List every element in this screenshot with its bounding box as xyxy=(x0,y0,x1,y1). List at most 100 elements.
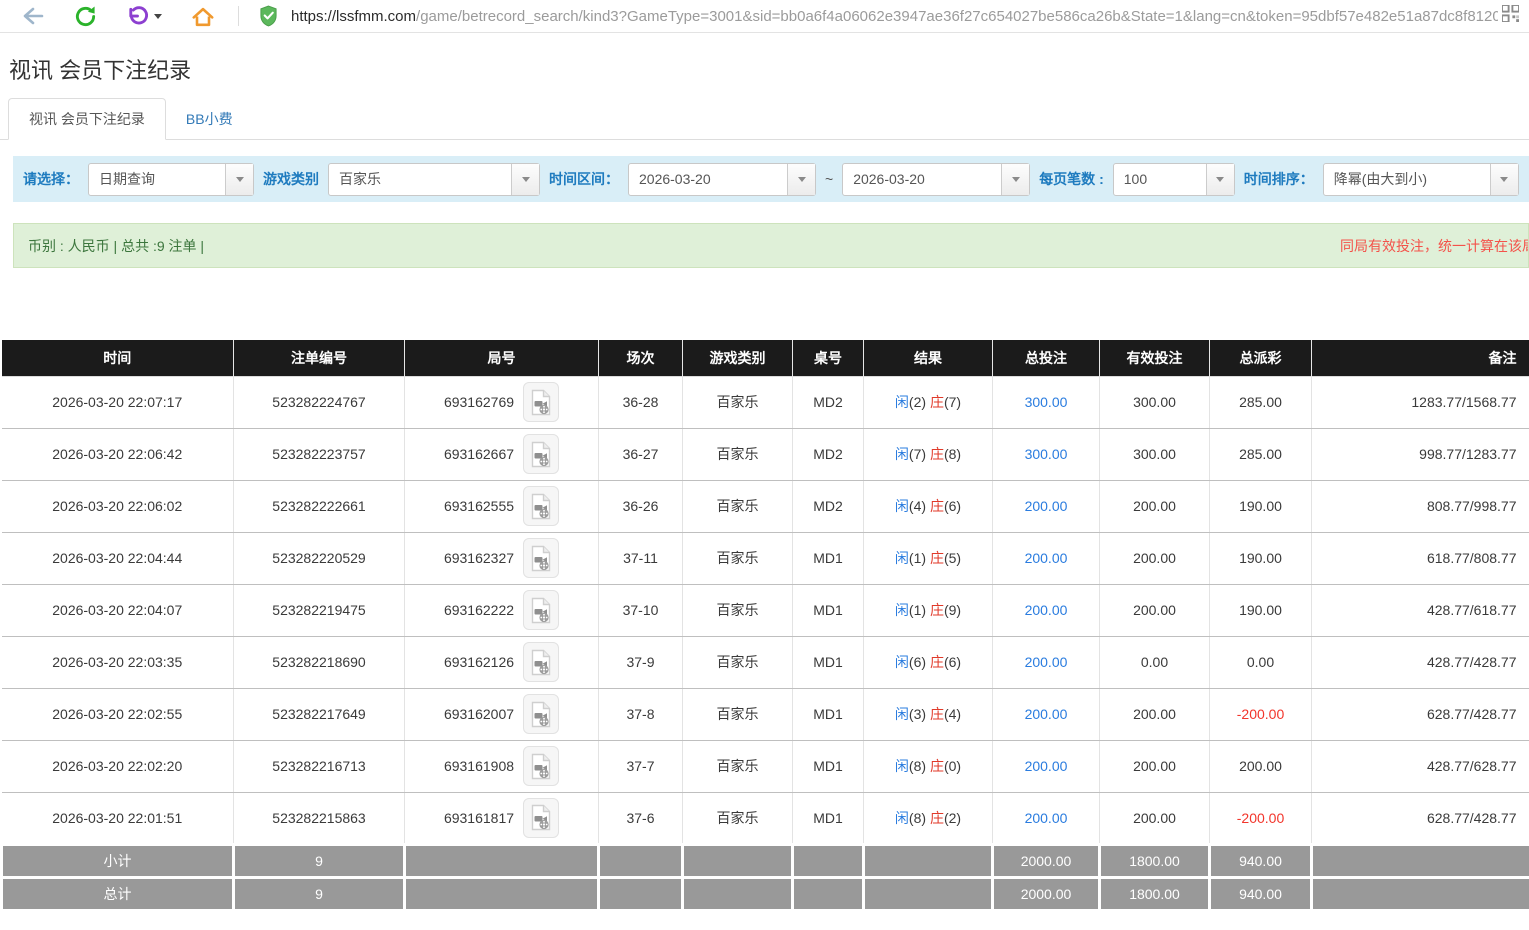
cell-bet-id: 523282220529 xyxy=(234,532,405,584)
result-player-score: (1) xyxy=(909,550,926,566)
cell-session: 36-27 xyxy=(599,428,683,480)
footer-cell: 940.00 xyxy=(1210,877,1312,910)
footer-cell: 9 xyxy=(234,877,405,910)
summary-bar: 币别 : 人民币 | 总共 :9 注单 | 同局有效投注，统一计算在该局 xyxy=(13,223,1529,268)
video-replay-button[interactable] xyxy=(523,642,559,682)
result-banker-score: (6) xyxy=(944,498,961,514)
total-bet-link[interactable]: 300.00 xyxy=(1025,394,1068,410)
total-bet-link[interactable]: 200.00 xyxy=(1025,758,1068,774)
video-replay-button[interactable] xyxy=(523,590,559,630)
query-type-select[interactable]: 日期查询 xyxy=(88,163,254,196)
video-replay-button[interactable] xyxy=(523,538,559,578)
url-bar[interactable]: https://lssfmm.com/game/betrecord_search… xyxy=(291,8,1498,25)
video-replay-button[interactable] xyxy=(523,798,559,838)
cell-round-id: 693162007 xyxy=(405,688,599,740)
video-replay-button[interactable] xyxy=(523,434,559,474)
tab-bet-records[interactable]: 视讯 会员下注纪录 xyxy=(8,98,166,140)
result-player-label: 闲 xyxy=(895,602,909,618)
toolbar-divider xyxy=(238,6,239,26)
date-to-value: 2026-03-20 xyxy=(843,164,1001,195)
chevron-down-icon[interactable] xyxy=(787,164,815,195)
cell-session: 37-11 xyxy=(599,532,683,584)
home-icon[interactable] xyxy=(188,3,218,29)
qr-icon[interactable] xyxy=(1502,5,1519,27)
result-banker-score: (4) xyxy=(944,706,961,722)
date-to-select[interactable]: 2026-03-20 xyxy=(842,163,1030,196)
result-player-score: (7) xyxy=(909,446,926,462)
cell-game-type: 百家乐 xyxy=(683,688,793,740)
result-player-label: 闲 xyxy=(895,446,909,462)
total-bet-link[interactable]: 200.00 xyxy=(1025,550,1068,566)
sort-value: 降幂(由大到小) xyxy=(1324,164,1490,195)
footer-cell: 1800.00 xyxy=(1100,877,1210,910)
cell-valid-bet: 200.00 xyxy=(1100,792,1210,844)
cell-round-id: 693162769 xyxy=(405,376,599,428)
shield-icon[interactable] xyxy=(253,3,283,29)
footer-cell xyxy=(1312,844,1529,877)
result-banker-score: (6) xyxy=(944,654,961,670)
result-banker-score: (8) xyxy=(944,446,961,462)
footer-cell xyxy=(864,877,993,910)
cell-payout: 190.00 xyxy=(1210,584,1312,636)
column-header: 结果 xyxy=(864,340,993,376)
cell-total-bet: 200.00 xyxy=(993,688,1100,740)
url-path: /game/betrecord_search/kind3?GameType=30… xyxy=(416,8,1498,25)
back-icon[interactable] xyxy=(18,3,48,29)
chevron-down-icon[interactable] xyxy=(225,164,253,195)
cell-valid-bet: 300.00 xyxy=(1100,376,1210,428)
undo-icon[interactable] xyxy=(122,3,152,29)
cell-time: 2026-03-20 22:02:55 xyxy=(2,688,234,740)
tab-bb-tip[interactable]: BB小费 xyxy=(166,99,253,139)
undo-dropdown-caret[interactable] xyxy=(154,14,162,19)
total-bet-link[interactable]: 200.00 xyxy=(1025,654,1068,670)
cell-bet-id: 523282217649 xyxy=(234,688,405,740)
cell-remark: 998.77/1283.77 xyxy=(1312,428,1529,480)
cell-game-type: 百家乐 xyxy=(683,740,793,792)
cell-game-type: 百家乐 xyxy=(683,532,793,584)
chevron-down-icon[interactable] xyxy=(1001,164,1029,195)
round-number: 693162769 xyxy=(444,394,514,410)
result-player-label: 闲 xyxy=(895,706,909,722)
round-number: 693162126 xyxy=(444,654,514,670)
total-bet-link[interactable]: 200.00 xyxy=(1025,810,1068,826)
sort-select[interactable]: 降幂(由大到小) xyxy=(1323,163,1519,196)
round-number: 693162222 xyxy=(444,602,514,618)
cell-remark: 428.77/428.77 xyxy=(1312,636,1529,688)
total-bet-link[interactable]: 200.00 xyxy=(1025,498,1068,514)
round-number: 693162007 xyxy=(444,706,514,722)
cell-bet-id: 523282216713 xyxy=(234,740,405,792)
chevron-down-icon[interactable] xyxy=(1206,164,1234,195)
video-replay-button[interactable] xyxy=(523,382,559,422)
total-bet-link[interactable]: 200.00 xyxy=(1025,706,1068,722)
result-banker-label: 庄 xyxy=(930,706,944,722)
result-banker-label: 庄 xyxy=(930,810,944,826)
footer-cell xyxy=(405,844,599,877)
cell-time: 2026-03-20 22:01:51 xyxy=(2,792,234,844)
date-from-select[interactable]: 2026-03-20 xyxy=(628,163,816,196)
cell-bet-id: 523282219475 xyxy=(234,584,405,636)
game-type-select[interactable]: 百家乐 xyxy=(328,163,540,196)
date-from-value: 2026-03-20 xyxy=(629,164,787,195)
cell-game-type: 百家乐 xyxy=(683,428,793,480)
cell-result: 闲(2) 庄(7) xyxy=(864,376,993,428)
page-size-select[interactable]: 100 xyxy=(1113,163,1235,196)
cell-time: 2026-03-20 22:02:20 xyxy=(2,740,234,792)
total-bet-link[interactable]: 300.00 xyxy=(1025,446,1068,462)
result-player-score: (1) xyxy=(909,602,926,618)
result-banker-label: 庄 xyxy=(930,654,944,670)
chevron-down-icon[interactable] xyxy=(1490,164,1518,195)
result-player-label: 闲 xyxy=(895,758,909,774)
refresh-icon[interactable] xyxy=(70,3,100,29)
game-type-label: 游戏类别 xyxy=(263,169,319,189)
footer-cell xyxy=(405,877,599,910)
table-row: 2026-03-20 22:04:07523282219475 693162222… xyxy=(2,584,1529,636)
cell-table-no: MD2 xyxy=(793,428,864,480)
video-replay-button[interactable] xyxy=(523,746,559,786)
video-replay-button[interactable] xyxy=(523,486,559,526)
video-replay-button[interactable] xyxy=(523,694,559,734)
filter-bar: 请选择： 日期查询 游戏类别 百家乐 时间区间： 2026-03-20 ~ 20… xyxy=(13,156,1529,202)
chevron-down-icon[interactable] xyxy=(511,164,539,195)
total-bet-link[interactable]: 200.00 xyxy=(1025,602,1068,618)
cell-time: 2026-03-20 22:04:07 xyxy=(2,584,234,636)
cell-total-bet: 200.00 xyxy=(993,480,1100,532)
